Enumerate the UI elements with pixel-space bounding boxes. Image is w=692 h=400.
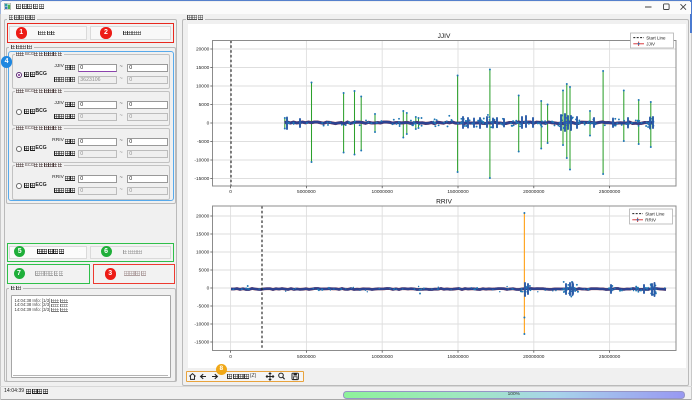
svg-text:10000: 10000	[196, 250, 210, 256]
svg-text:JJIV: JJIV	[438, 33, 451, 40]
svg-text:15000: 15000	[196, 65, 210, 71]
svg-text:-5000: -5000	[197, 304, 210, 310]
svg-text:0: 0	[207, 286, 210, 292]
svg-text:-10000: -10000	[194, 322, 209, 328]
svg-text:10000000: 10000000	[372, 354, 394, 360]
svg-text:-15000: -15000	[194, 176, 209, 182]
svg-text:0: 0	[229, 189, 232, 195]
svg-text:20000000: 20000000	[523, 189, 545, 195]
svg-text:15000000: 15000000	[447, 189, 469, 195]
svg-text:20000: 20000	[196, 214, 210, 220]
svg-text:0: 0	[207, 121, 210, 127]
svg-text:Start Line: Start Line	[645, 211, 665, 216]
svg-text:JJIV: JJIV	[646, 42, 655, 47]
svg-text:25000000: 25000000	[599, 189, 621, 195]
svg-text:5000000: 5000000	[297, 189, 316, 195]
svg-text:5000000: 5000000	[297, 354, 316, 360]
svg-text:-15000: -15000	[194, 340, 209, 346]
svg-text:15000: 15000	[196, 232, 210, 238]
svg-text:20000000: 20000000	[523, 354, 545, 360]
svg-text:5000: 5000	[199, 268, 210, 274]
svg-text:10000000: 10000000	[372, 189, 394, 195]
svg-text:5000: 5000	[199, 102, 210, 108]
svg-text:-5000: -5000	[197, 139, 210, 145]
svg-text:0: 0	[229, 354, 232, 360]
svg-text:RRIV: RRIV	[436, 199, 452, 206]
svg-text:15000000: 15000000	[447, 354, 469, 360]
svg-text:25000000: 25000000	[599, 354, 621, 360]
svg-text:RRIV: RRIV	[645, 218, 656, 223]
svg-text:-10000: -10000	[194, 158, 209, 164]
svg-text:20000: 20000	[196, 47, 210, 53]
svg-text:Start Line: Start Line	[646, 35, 666, 40]
svg-text:10000: 10000	[196, 84, 210, 90]
